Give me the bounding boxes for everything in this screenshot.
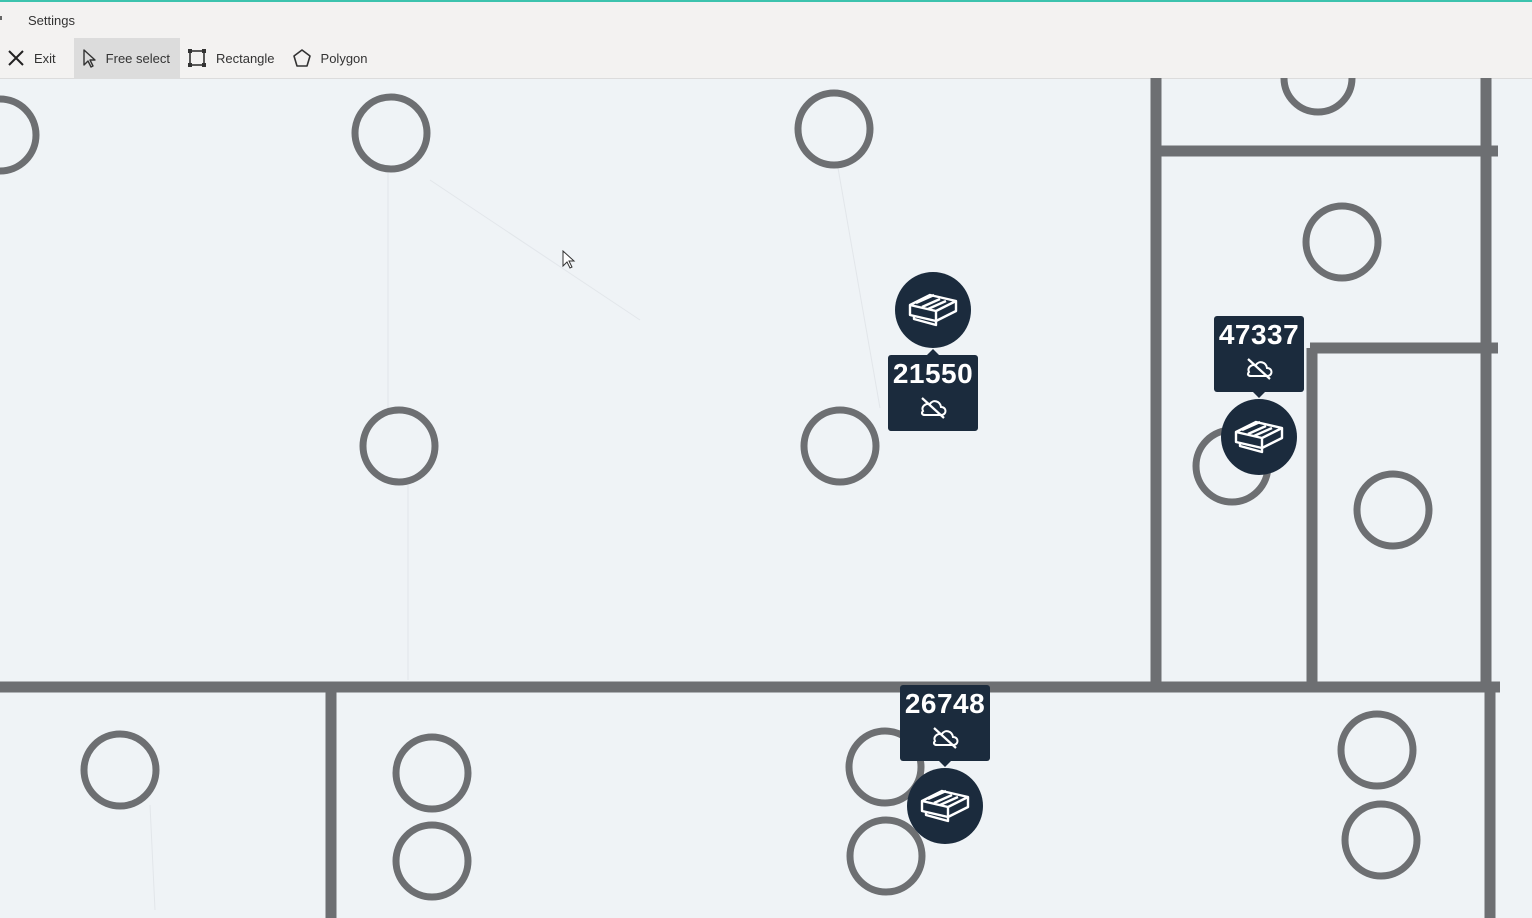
robot-id: 21550 [892,358,974,389]
map-nodes [0,78,1433,901]
exit-button[interactable]: Exit [0,38,66,78]
robot-id: 47337 [1218,319,1300,350]
selection-toolbar: Exit Free select Rectangle Polygon [0,38,1532,79]
cloud-off-icon [900,725,990,754]
menu-edge-marker [0,16,2,20]
robot-marker-21550[interactable] [895,272,971,348]
robot-marker-47337[interactable] [1221,399,1297,475]
menu-settings[interactable]: Settings [28,13,75,28]
polygon-label: Polygon [320,50,368,66]
walls [0,78,1500,918]
floor-plan [0,78,1500,918]
polygon-icon [291,47,313,69]
menu-bar: Settings [0,2,1532,38]
robot-icon [1232,414,1286,461]
guide-lines [149,167,881,911]
cloud-off-icon [1214,356,1304,385]
floor-map-canvas[interactable]: 21550 47337 26748 [0,78,1532,918]
free-select-button[interactable]: Free select [73,38,180,78]
exit-label: Exit [34,50,56,66]
mouse-cursor-icon [562,249,576,275]
robot-icon [918,783,972,830]
rectangle-label: Rectangle [215,50,275,66]
robot-id: 26748 [904,688,986,719]
robot-label-21550[interactable]: 21550 [888,349,978,431]
cloud-off-icon [888,395,978,424]
robot-icon [906,287,960,334]
robot-marker-26748[interactable] [907,768,983,844]
robot-label-47337[interactable]: 47337 [1214,316,1304,398]
pointer-icon [80,48,98,68]
close-icon [6,48,26,68]
polygon-button[interactable]: Polygon [285,38,378,78]
rectangle-button[interactable]: Rectangle [180,38,285,78]
robot-label-26748[interactable]: 26748 [900,685,990,767]
free-select-label: Free select [105,50,170,66]
rectangle-icon [186,47,208,69]
